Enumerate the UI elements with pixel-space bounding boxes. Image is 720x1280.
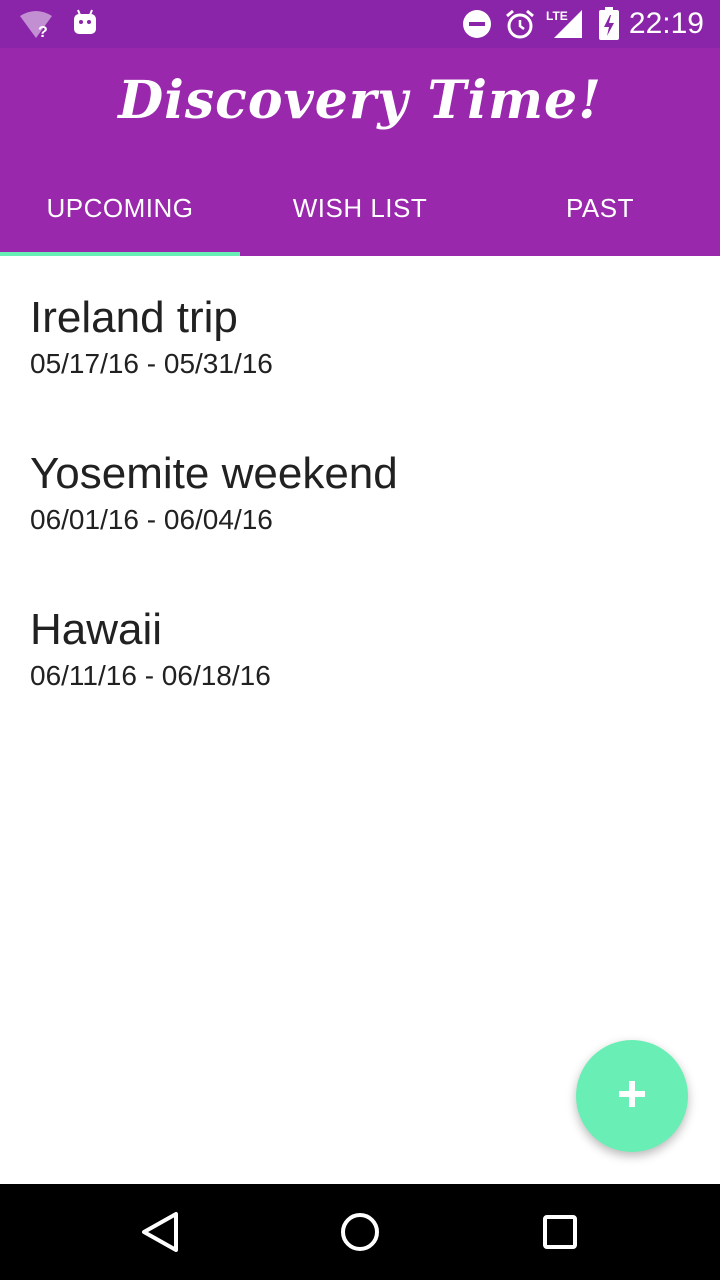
trip-name: Ireland trip (30, 293, 238, 342)
trip-list-item[interactable]: Yosemite weekend 06/01/16 - 06/04/16 (0, 412, 720, 568)
trip-list: Ireland trip 05/17/16 - 05/31/16 Yosemit… (0, 256, 720, 724)
tab-label: PAST (566, 192, 634, 223)
screen: ? LTE 22:19 Discovery Time! UPCOMING WIS… (0, 0, 720, 1280)
trip-dates: 06/11/16 - 06/18/16 (30, 660, 271, 691)
add-trip-button[interactable] (576, 1040, 688, 1152)
recents-button[interactable] (536, 1208, 584, 1256)
plus-icon (617, 1079, 647, 1114)
tab-label: UPCOMING (46, 192, 194, 223)
network-type-label: LTE (546, 9, 568, 23)
status-bar: ? LTE 22:19 (0, 0, 720, 48)
home-icon (336, 1213, 384, 1260)
alarm-icon (504, 8, 536, 45)
trip-list-item[interactable]: Hawaii 06/11/16 - 06/18/16 (0, 568, 720, 724)
trip-list-item[interactable]: Ireland trip 05/17/16 - 05/31/16 (0, 256, 720, 412)
tab-label: WISH LIST (292, 192, 428, 223)
svg-text:?: ? (38, 24, 48, 40)
app-bar: Discovery Time! UPCOMING WISH LIST PAST (0, 48, 720, 256)
status-time: 22:19 (628, 7, 704, 40)
trip-name: Hawaii (30, 605, 163, 654)
navigation-bar (0, 1184, 720, 1280)
trip-dates: 05/17/16 - 05/31/16 (30, 348, 273, 379)
home-button[interactable] (336, 1208, 384, 1256)
back-button[interactable] (136, 1208, 184, 1256)
recents-icon (536, 1215, 584, 1260)
tab-wish-list[interactable]: WISH LIST (240, 160, 480, 256)
tab-past[interactable]: PAST (480, 160, 720, 256)
app-title: Discovery Time! (118, 70, 602, 131)
signal-icon: LTE (546, 6, 586, 45)
android-icon (70, 8, 100, 43)
wifi-question-icon: ? (18, 10, 58, 45)
do-not-disturb-icon (462, 9, 492, 44)
back-icon (136, 1212, 184, 1260)
tab-upcoming[interactable]: UPCOMING (0, 160, 240, 256)
tab-bar: UPCOMING WISH LIST PAST (0, 160, 720, 256)
battery-charging-icon (598, 7, 620, 46)
trip-name: Yosemite weekend (30, 449, 398, 498)
trip-dates: 06/01/16 - 06/04/16 (30, 504, 273, 535)
